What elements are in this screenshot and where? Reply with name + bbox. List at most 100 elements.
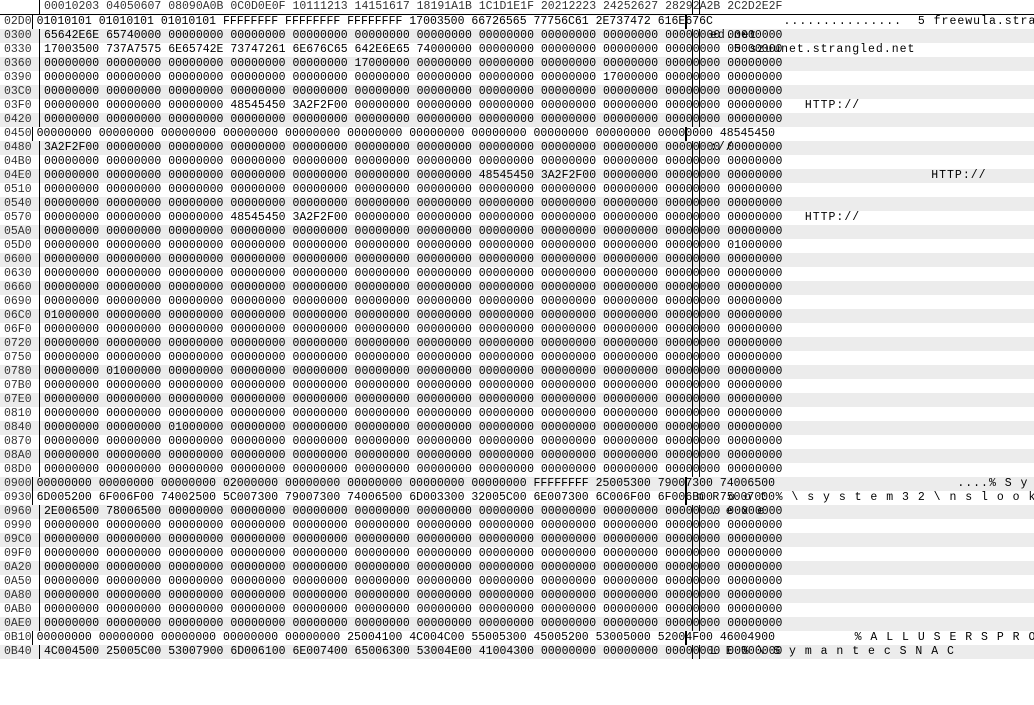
ascii-cell[interactable]: ....% S y s t e — [691, 477, 1034, 491]
hex-cell[interactable]: 00000000 00000000 00000000 00000000 0000… — [44, 449, 688, 463]
ascii-cell[interactable] — [704, 155, 1034, 169]
hex-cell[interactable]: 2E006500 78006500 00000000 00000000 0000… — [44, 505, 688, 519]
hex-cell[interactable]: 65642E6E 65740000 00000000 00000000 0000… — [44, 29, 688, 43]
hex-cell[interactable]: 00000000 00000000 00000000 00000000 0000… — [44, 225, 688, 239]
ascii-cell[interactable] — [704, 393, 1034, 407]
hex-cell[interactable]: 00000000 00000000 00000000 00000000 0000… — [37, 631, 681, 645]
hex-row[interactable]: 042000000000 00000000 00000000 00000000 … — [0, 113, 1034, 127]
ascii-cell[interactable] — [704, 575, 1034, 589]
hex-row[interactable]: 075000000000 00000000 00000000 00000000 … — [0, 351, 1034, 365]
hex-cell[interactable]: 00000000 00000000 00000000 00000000 0000… — [44, 561, 688, 575]
ascii-cell[interactable]: :// — [704, 141, 1034, 155]
ascii-cell[interactable] — [704, 323, 1034, 337]
hex-row[interactable]: 05D000000000 00000000 00000000 00000000 … — [0, 239, 1034, 253]
hex-row[interactable]: 09602E006500 78006500 00000000 00000000 … — [0, 505, 1034, 519]
hex-cell[interactable]: 00000000 00000000 00000000 00000000 0000… — [44, 519, 688, 533]
hex-cell[interactable]: 00000000 00000000 00000000 00000000 0000… — [37, 127, 681, 141]
hex-cell[interactable]: 4C004500 25005C00 53007900 6D006100 6E00… — [44, 645, 688, 659]
ascii-cell[interactable] — [704, 519, 1034, 533]
hex-row[interactable]: 087000000000 00000000 00000000 00000000 … — [0, 435, 1034, 449]
ascii-cell[interactable]: 5 szuunet.strangled.net — [704, 43, 1034, 57]
ascii-cell[interactable]: HTTP:// — [704, 99, 1034, 113]
hex-row[interactable]: 069000000000 00000000 00000000 00000000 … — [0, 295, 1034, 309]
hex-row[interactable]: 033017003500 737A7575 6E65742E 73747261 … — [0, 43, 1034, 57]
hex-cell[interactable]: 00000000 00000000 00000000 00000000 0000… — [44, 435, 688, 449]
hex-row[interactable]: 04B000000000 00000000 00000000 00000000 … — [0, 155, 1034, 169]
ascii-cell[interactable]: ............... 5 freewula.strangl — [691, 15, 1034, 29]
hex-cell[interactable]: 3A2F2F00 00000000 00000000 00000000 0000… — [44, 141, 688, 155]
hex-row[interactable]: 0A2000000000 00000000 00000000 00000000 … — [0, 561, 1034, 575]
hex-row[interactable]: 039000000000 00000000 00000000 00000000 … — [0, 71, 1034, 85]
hex-cell[interactable]: 6D005200 6F006F00 74002500 5C007300 7900… — [37, 491, 681, 505]
hex-cell[interactable]: 00000000 00000000 00000000 00000000 0000… — [44, 169, 688, 183]
ascii-cell[interactable] — [704, 435, 1034, 449]
ascii-cell[interactable] — [704, 197, 1034, 211]
ascii-cell[interactable] — [704, 337, 1034, 351]
hex-cell[interactable]: 00000000 00000000 00000000 00000000 0000… — [44, 57, 688, 71]
hex-row[interactable]: 09F000000000 00000000 00000000 00000000 … — [0, 547, 1034, 561]
hex-row[interactable]: 0A8000000000 00000000 00000000 00000000 … — [0, 589, 1034, 603]
ascii-cell[interactable] — [704, 463, 1034, 477]
ascii-cell[interactable]: HTTP — [691, 127, 1034, 141]
hex-row[interactable]: 090000000000 00000000 00000000 02000000 … — [0, 477, 1034, 491]
hex-row[interactable]: 06F000000000 00000000 00000000 00000000 … — [0, 323, 1034, 337]
hex-cell[interactable]: 00000000 00000000 00000000 00000000 0000… — [44, 71, 688, 85]
hex-row[interactable]: 0AB000000000 00000000 00000000 00000000 … — [0, 603, 1034, 617]
hex-cell[interactable]: 00000000 00000000 00000000 00000000 0000… — [44, 113, 688, 127]
ascii-cell[interactable] — [704, 295, 1034, 309]
hex-row[interactable]: 051000000000 00000000 00000000 00000000 … — [0, 183, 1034, 197]
ascii-cell[interactable]: m R o o t % \ s y s t e m 3 2 \ n s l o … — [691, 491, 1034, 505]
ascii-cell[interactable] — [704, 239, 1034, 253]
hex-row[interactable]: 03F000000000 00000000 00000000 48545450 … — [0, 99, 1034, 113]
ascii-cell[interactable]: HTTP:// — [704, 211, 1034, 225]
ascii-cell[interactable] — [704, 617, 1034, 631]
hex-cell[interactable]: 00000000 00000000 00000000 00000000 0000… — [44, 533, 688, 547]
ascii-cell[interactable] — [704, 449, 1034, 463]
hex-row[interactable]: 06C001000000 00000000 00000000 00000000 … — [0, 309, 1034, 323]
ascii-cell[interactable]: % A L L U S E R S P R O F I — [691, 631, 1034, 645]
hex-cell[interactable]: 01000000 00000000 00000000 00000000 0000… — [44, 309, 688, 323]
hex-cell[interactable]: 01010101 01010101 01010101 FFFFFFFF FFFF… — [37, 15, 681, 29]
hex-cell[interactable]: 00000000 00000000 00000000 00000000 0000… — [44, 323, 688, 337]
hex-row[interactable]: 030065642E6E 65740000 00000000 00000000 … — [0, 29, 1034, 43]
ascii-cell[interactable] — [704, 421, 1034, 435]
hex-cell[interactable]: 00000000 00000000 00000000 00000000 0000… — [44, 239, 688, 253]
hex-row[interactable]: 054000000000 00000000 00000000 00000000 … — [0, 197, 1034, 211]
hex-row[interactable]: 066000000000 00000000 00000000 00000000 … — [0, 281, 1034, 295]
ascii-cell[interactable] — [704, 603, 1034, 617]
hex-cell[interactable]: 00000000 00000000 00000000 00000000 0000… — [44, 253, 688, 267]
ascii-cell[interactable] — [704, 281, 1034, 295]
hex-cell[interactable]: 00000000 00000000 00000000 00000000 0000… — [44, 547, 688, 561]
hex-cell[interactable]: 00000000 00000000 00000000 00000000 0000… — [44, 197, 688, 211]
hex-row[interactable]: 036000000000 00000000 00000000 00000000 … — [0, 57, 1034, 71]
hex-cell[interactable]: 00000000 00000000 00000000 00000000 0000… — [44, 589, 688, 603]
hex-row[interactable]: 072000000000 00000000 00000000 00000000 … — [0, 337, 1034, 351]
hex-row[interactable]: 07B000000000 00000000 00000000 00000000 … — [0, 379, 1034, 393]
hex-row[interactable]: 05A000000000 00000000 00000000 00000000 … — [0, 225, 1034, 239]
hex-row[interactable]: 099000000000 00000000 00000000 00000000 … — [0, 519, 1034, 533]
hex-cell[interactable]: 00000000 00000000 00000000 02000000 0000… — [37, 477, 681, 491]
hex-row[interactable]: 078000000000 01000000 00000000 00000000 … — [0, 365, 1034, 379]
ascii-cell[interactable] — [704, 561, 1034, 575]
hex-cell[interactable]: 00000000 00000000 00000000 00000000 0000… — [44, 281, 688, 295]
ascii-cell[interactable] — [704, 365, 1034, 379]
hex-row[interactable]: 07E000000000 00000000 00000000 00000000 … — [0, 393, 1034, 407]
hex-row[interactable]: 02D001010101 01010101 01010101 FFFFFFFF … — [0, 15, 1034, 29]
hex-cell[interactable]: 00000000 00000000 00000000 48545450 3A2F… — [44, 99, 688, 113]
hex-row[interactable]: 057000000000 00000000 00000000 48545450 … — [0, 211, 1034, 225]
hex-row[interactable]: 0B1000000000 00000000 00000000 00000000 … — [0, 631, 1034, 645]
hex-row[interactable]: 04803A2F2F00 00000000 00000000 00000000 … — [0, 141, 1034, 155]
hex-row[interactable]: 063000000000 00000000 00000000 00000000 … — [0, 267, 1034, 281]
ascii-cell[interactable]: HTTP:// — [704, 169, 1034, 183]
hex-cell[interactable]: 00000000 00000000 00000000 00000000 0000… — [44, 155, 688, 169]
ascii-cell[interactable] — [704, 267, 1034, 281]
ascii-cell[interactable] — [704, 589, 1034, 603]
hex-cell[interactable]: 00000000 01000000 00000000 00000000 0000… — [44, 365, 688, 379]
ascii-cell[interactable] — [704, 71, 1034, 85]
ascii-cell[interactable]: ed.net — [704, 29, 1034, 43]
hex-row[interactable]: 09306D005200 6F006F00 74002500 5C007300 … — [0, 491, 1034, 505]
hex-row[interactable]: 0AE000000000 00000000 00000000 00000000 … — [0, 617, 1034, 631]
hex-row[interactable]: 060000000000 00000000 00000000 00000000 … — [0, 253, 1034, 267]
hex-cell[interactable]: 00000000 00000000 00000000 00000000 0000… — [44, 575, 688, 589]
ascii-cell[interactable] — [704, 379, 1034, 393]
